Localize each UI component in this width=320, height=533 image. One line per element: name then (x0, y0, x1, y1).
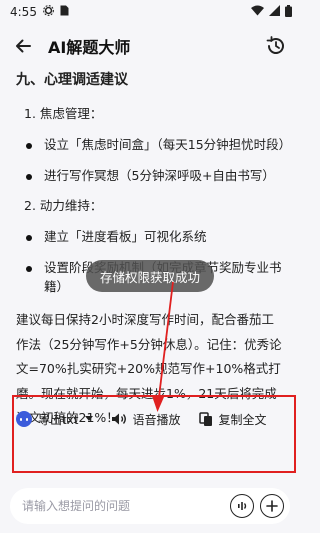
export-label: 导出txt (38, 412, 79, 427)
page-title: AI解题大师 (48, 38, 131, 57)
list-item: 设立「焦虑时间盒」（每天15分钟担忧时段） (24, 136, 291, 155)
status-bar: 4:55 (0, 0, 300, 24)
section-title: 九、心理调适建议 (16, 72, 128, 88)
list-item: 2. 动力维持： (24, 198, 103, 214)
history-button[interactable] (264, 34, 288, 58)
sound-wave-icon (238, 502, 247, 510)
voice-play-button[interactable]: 语音播放 (111, 411, 181, 428)
plus-icon (266, 500, 278, 512)
export-txt-button[interactable]: 导出txt (16, 411, 93, 428)
voice-input-button[interactable] (230, 494, 254, 518)
question-input[interactable] (22, 499, 224, 513)
voice-label: 语音播放 (132, 412, 181, 427)
wifi-icon (251, 5, 264, 19)
list-item: 1. 焦虑管理： (24, 106, 103, 121)
battery-icon (285, 4, 292, 20)
annotation-arrow-icon (152, 281, 174, 412)
bot-avatar-icon (16, 411, 32, 427)
sim-card-icon (60, 5, 69, 19)
signal-icon (269, 5, 280, 19)
app-header: AI解题大师 (0, 28, 300, 64)
caret-down-icon (84, 416, 93, 421)
settings-icon (43, 5, 54, 19)
add-button[interactable] (260, 494, 284, 518)
back-arrow-icon (16, 39, 31, 53)
copy-icon (198, 411, 212, 426)
action-bar: 导出txt 语音播放 复制全文 (16, 398, 296, 440)
list-item: 进行写作冥想（5分钟深呼吸+自由书写） (24, 167, 286, 186)
list-item: 建立「进度看板」可视化系统 (24, 228, 286, 247)
speaker-icon (111, 413, 126, 425)
copy-label: 复制全文 (218, 412, 267, 427)
copy-all-button[interactable]: 复制全文 (198, 411, 267, 428)
history-icon (266, 36, 284, 54)
question-input-bar (10, 488, 290, 524)
status-time: 4:55 (10, 5, 37, 19)
back-button[interactable] (12, 35, 34, 57)
